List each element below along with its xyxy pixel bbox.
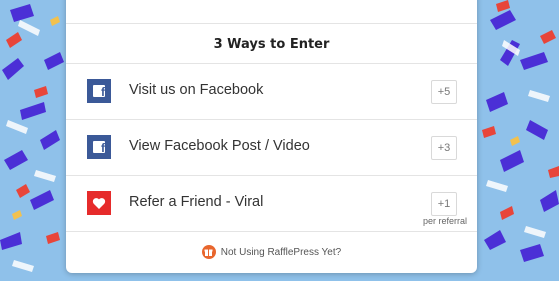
points-badge: +5: [431, 80, 457, 104]
facebook-icon: f: [87, 135, 111, 159]
card-top-strip: [66, 0, 477, 24]
entry-label: Refer a Friend - Viral: [129, 194, 264, 210]
entry-visit-facebook[interactable]: f Visit us on Facebook +5: [66, 64, 477, 120]
points-sublabel: per referral: [422, 216, 467, 226]
facebook-icon: f: [87, 79, 111, 103]
entry-refer-friend[interactable]: Refer a Friend - Viral +1 per referral: [66, 176, 477, 232]
entry-label: Visit us on Facebook: [129, 82, 264, 98]
entry-card: 3 Ways to Enter f Visit us on Facebook +…: [66, 0, 477, 273]
heart-icon: [87, 191, 111, 215]
footer-text: Not Using RafflePress Yet?: [220, 246, 342, 258]
points-badge: +3: [431, 136, 457, 160]
rafflepress-footer-link[interactable]: Not Using RafflePress Yet?: [66, 232, 477, 272]
rafflepress-logo-icon: [201, 245, 216, 259]
points-badge: +1: [431, 192, 457, 216]
ways-to-enter-heading: 3 Ways to Enter: [66, 24, 477, 64]
entry-view-facebook-post[interactable]: f View Facebook Post / Video +3: [66, 120, 477, 176]
entry-label: View Facebook Post / Video: [129, 138, 310, 154]
